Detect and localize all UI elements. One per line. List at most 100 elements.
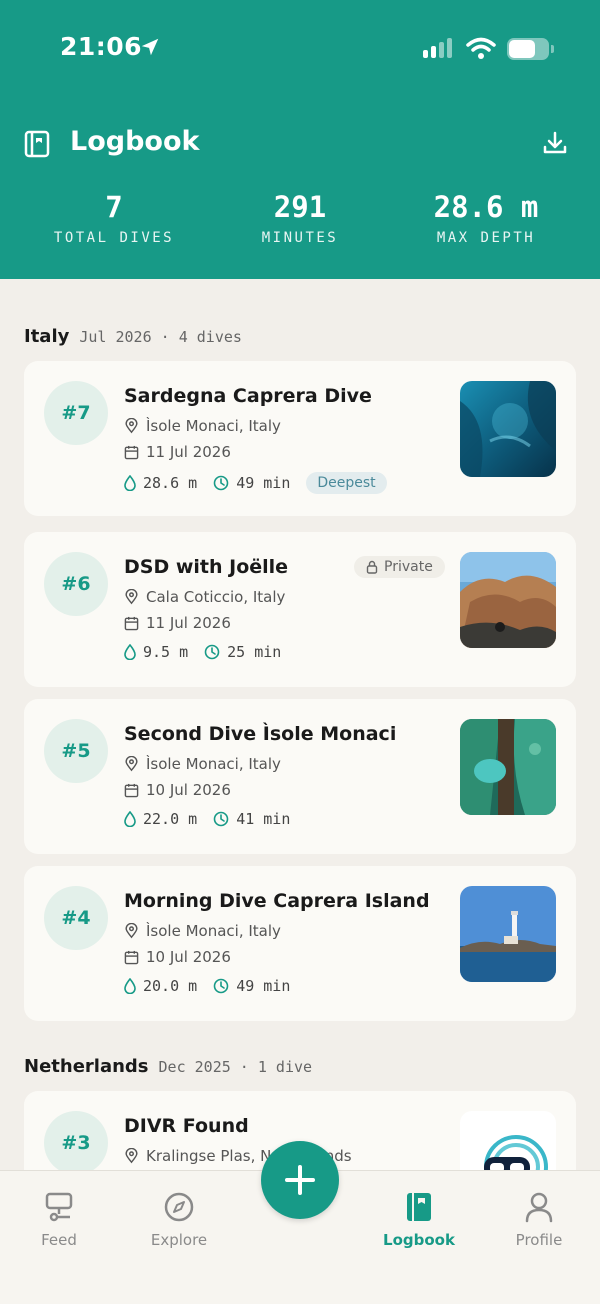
dive-location: Ìsole Monaci, Italy — [146, 922, 281, 940]
calendar-icon — [124, 950, 139, 964]
dive-number: #3 — [44, 1111, 108, 1175]
dive-date: 11 Jul 2026 — [146, 443, 231, 461]
stats-row: 7 TOTAL DIVES 291 MINUTES 28.6 m MAX DEP… — [0, 190, 600, 246]
dive-metrics: 9.5 m 25 min — [124, 643, 297, 661]
plus-icon — [285, 1165, 315, 1195]
dive-number: #7 — [44, 381, 108, 445]
logbook-header: 21:06 Logbook 7 TOTAL DIVES 291 MINUTES … — [0, 0, 600, 279]
dive-number: #6 — [44, 552, 108, 616]
add-dive-button[interactable] — [261, 1141, 339, 1219]
status-time: 21:06 — [60, 32, 143, 61]
section-country: Netherlands — [24, 1056, 149, 1077]
tab-profile[interactable]: Profile — [484, 1191, 594, 1249]
tab-explore[interactable]: Explore — [124, 1191, 234, 1249]
dive-duration: 49 min — [236, 977, 291, 995]
stat-value: 7 — [105, 190, 123, 224]
stat-value: 291 — [273, 190, 327, 224]
depth-drop-icon — [124, 475, 136, 491]
dive-metrics: 22.0 m 41 min — [124, 810, 306, 828]
calendar-icon — [124, 616, 139, 630]
tab-label: Profile — [515, 1231, 563, 1249]
dive-title: Morning Dive Caprera Island — [124, 890, 430, 912]
logbook-icon — [24, 130, 50, 158]
dive-title: DSD with Joëlle — [124, 556, 289, 578]
dive-photo — [460, 719, 556, 815]
section-meta: Dec 2025 · 1 dive — [158, 1058, 313, 1076]
dive-duration: 41 min — [236, 810, 291, 828]
tab-label: Feed — [41, 1231, 77, 1249]
stat-value: 28.6 m — [433, 190, 539, 224]
calendar-icon — [124, 445, 139, 459]
dive-title: Sardegna Caprera Dive — [124, 385, 372, 407]
depth-drop-icon — [124, 644, 136, 660]
dive-depth: 22.0 m — [143, 810, 198, 828]
wifi-icon — [466, 37, 496, 59]
tab-label: Logbook — [383, 1231, 455, 1249]
dive-number: #5 — [44, 719, 108, 783]
cellular-signal-icon — [423, 38, 452, 58]
stat-max-depth: 28.6 m MAX DEPTH — [372, 190, 600, 246]
stat-label: MAX DEPTH — [436, 230, 536, 246]
dive-location-row: Ìsole Monaci, Italy — [124, 755, 281, 773]
dive-photo — [460, 381, 556, 477]
location-pin-icon — [125, 923, 138, 939]
clock-icon — [213, 475, 229, 491]
dive-date-row: 11 Jul 2026 — [124, 443, 231, 461]
tab-feed[interactable]: Feed — [4, 1191, 114, 1249]
dive-date: 10 Jul 2026 — [146, 781, 231, 799]
stat-label: TOTAL DIVES — [53, 230, 175, 246]
dive-card[interactable]: #6 DSD with Joëlle Private Cala Coticcio… — [24, 532, 576, 687]
page-title: Logbook — [70, 126, 200, 157]
dive-date: 11 Jul 2026 — [146, 614, 231, 632]
dive-depth: 20.0 m — [143, 977, 198, 995]
calendar-icon — [124, 783, 139, 797]
dive-date: 10 Jul 2026 — [146, 948, 231, 966]
clock-icon — [213, 978, 229, 994]
location-pin-icon — [125, 756, 138, 772]
dive-title: Second Dive Ìsole Monaci — [124, 723, 397, 745]
section-header-italy: Italy Jul 2026 · 4 dives — [24, 326, 242, 347]
dive-date-row: 10 Jul 2026 — [124, 948, 231, 966]
stat-minutes: 291 MINUTES — [228, 190, 372, 246]
dive-duration: 25 min — [227, 643, 282, 661]
dive-number: #4 — [44, 886, 108, 950]
stat-total-dives: 7 TOTAL DIVES — [0, 190, 228, 246]
section-meta: Jul 2026 · 4 dives — [79, 328, 242, 346]
stat-label: MINUTES — [261, 230, 339, 246]
dive-location-row: Ìsole Monaci, Italy — [124, 417, 281, 435]
dive-location-row: Cala Coticcio, Italy — [124, 588, 285, 606]
deepest-badge: Deepest — [306, 472, 387, 494]
dive-photo — [460, 886, 556, 982]
dive-location-row: Ìsole Monaci, Italy — [124, 922, 281, 940]
tab-label: Explore — [150, 1231, 208, 1249]
section-header-netherlands: Netherlands Dec 2025 · 1 dive — [24, 1056, 312, 1077]
dive-card[interactable]: #5 Second Dive Ìsole Monaci Ìsole Monaci… — [24, 699, 576, 854]
dive-depth: 28.6 m — [143, 474, 198, 492]
dive-card[interactable]: #4 Morning Dive Caprera Island Ìsole Mon… — [24, 866, 576, 1021]
battery-icon — [507, 38, 554, 60]
dive-photo — [460, 552, 556, 648]
dive-date-row: 11 Jul 2026 — [124, 614, 231, 632]
clock-icon — [213, 811, 229, 827]
dive-depth: 9.5 m — [143, 643, 189, 661]
location-arrow-icon — [141, 38, 159, 56]
dive-metrics: 28.6 m 49 min Deepest — [124, 472, 387, 494]
clock-icon — [204, 644, 220, 660]
download-icon[interactable] — [542, 130, 568, 156]
dive-location: Cala Coticcio, Italy — [146, 588, 286, 606]
location-pin-icon — [125, 589, 138, 605]
location-pin-icon — [125, 1148, 138, 1164]
tab-logbook[interactable]: Logbook — [364, 1191, 474, 1249]
section-country: Italy — [24, 326, 70, 347]
private-badge: Private — [354, 556, 445, 578]
dive-location: Ìsole Monaci, Italy — [146, 417, 281, 435]
status-bar: 21:06 — [0, 0, 600, 96]
dive-duration: 49 min — [236, 474, 291, 492]
dive-location: Ìsole Monaci, Italy — [146, 755, 281, 773]
dive-date-row: 10 Jul 2026 — [124, 781, 231, 799]
location-pin-icon — [125, 418, 138, 434]
depth-drop-icon — [124, 978, 136, 994]
depth-drop-icon — [124, 811, 136, 827]
dive-card[interactable]: #7 Sardegna Caprera Dive Ìsole Monaci, I… — [24, 361, 576, 516]
dive-title: DIVR Found — [124, 1115, 249, 1137]
